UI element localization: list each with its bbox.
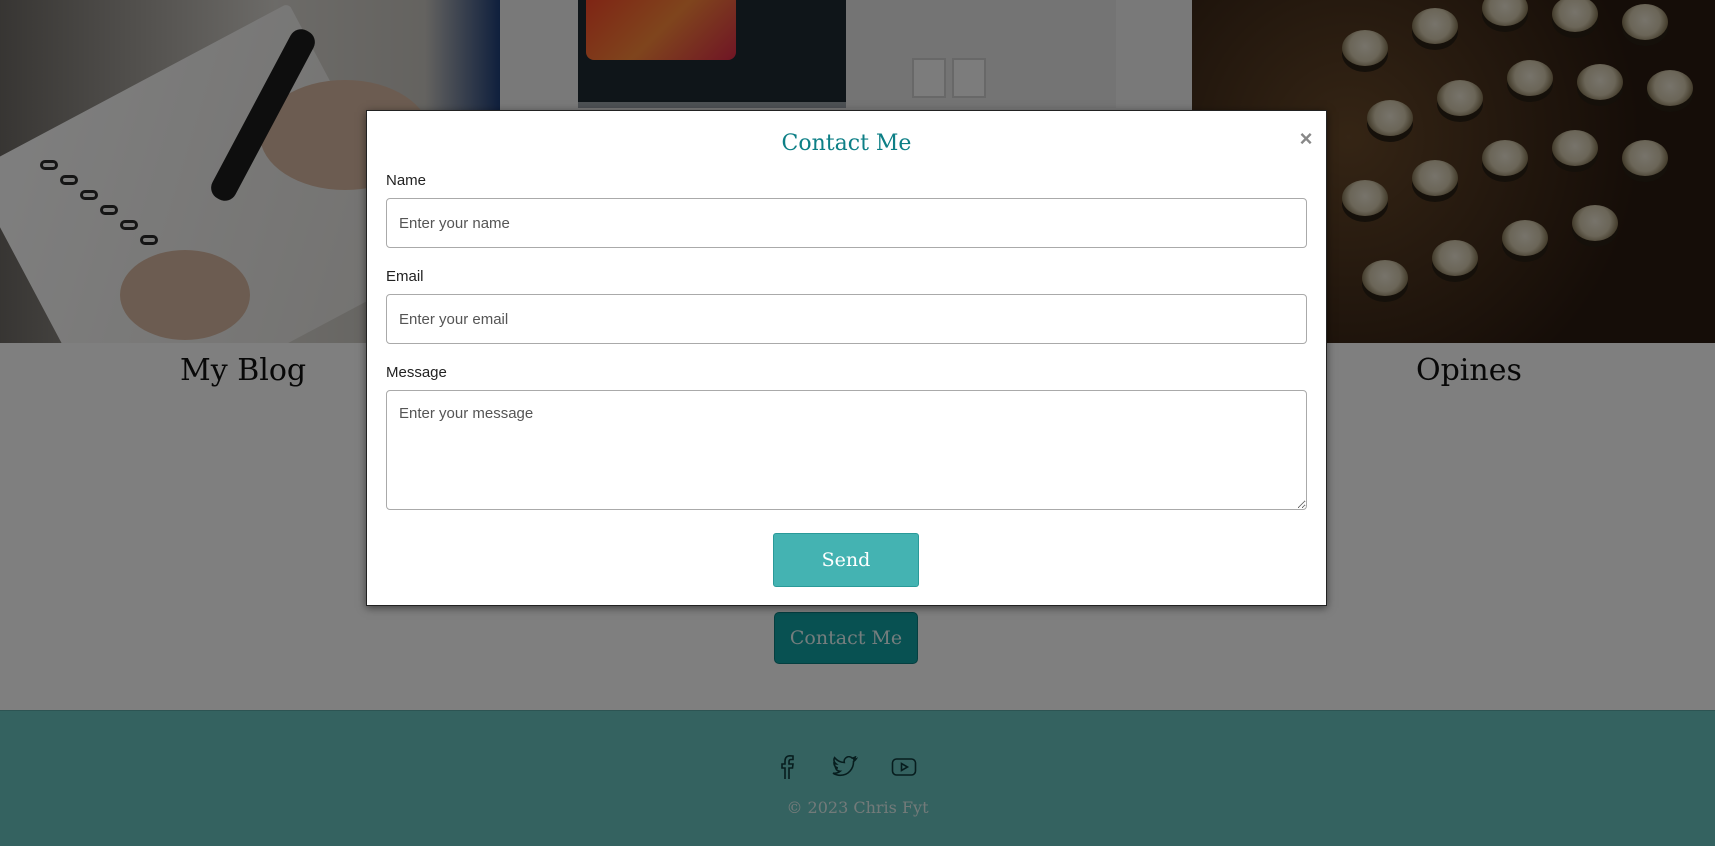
- email-label: Email: [386, 268, 424, 285]
- message-label: Message: [386, 364, 447, 381]
- name-label: Name: [386, 172, 427, 189]
- email-input[interactable]: [386, 294, 1307, 344]
- modal-title: Contact Me: [781, 131, 912, 156]
- contact-modal: Contact Me × Name Email Message Send: [366, 110, 1327, 606]
- message-textarea[interactable]: [386, 390, 1307, 510]
- name-input[interactable]: [386, 198, 1307, 248]
- close-icon[interactable]: ×: [1296, 128, 1316, 150]
- send-button[interactable]: Send: [773, 533, 919, 587]
